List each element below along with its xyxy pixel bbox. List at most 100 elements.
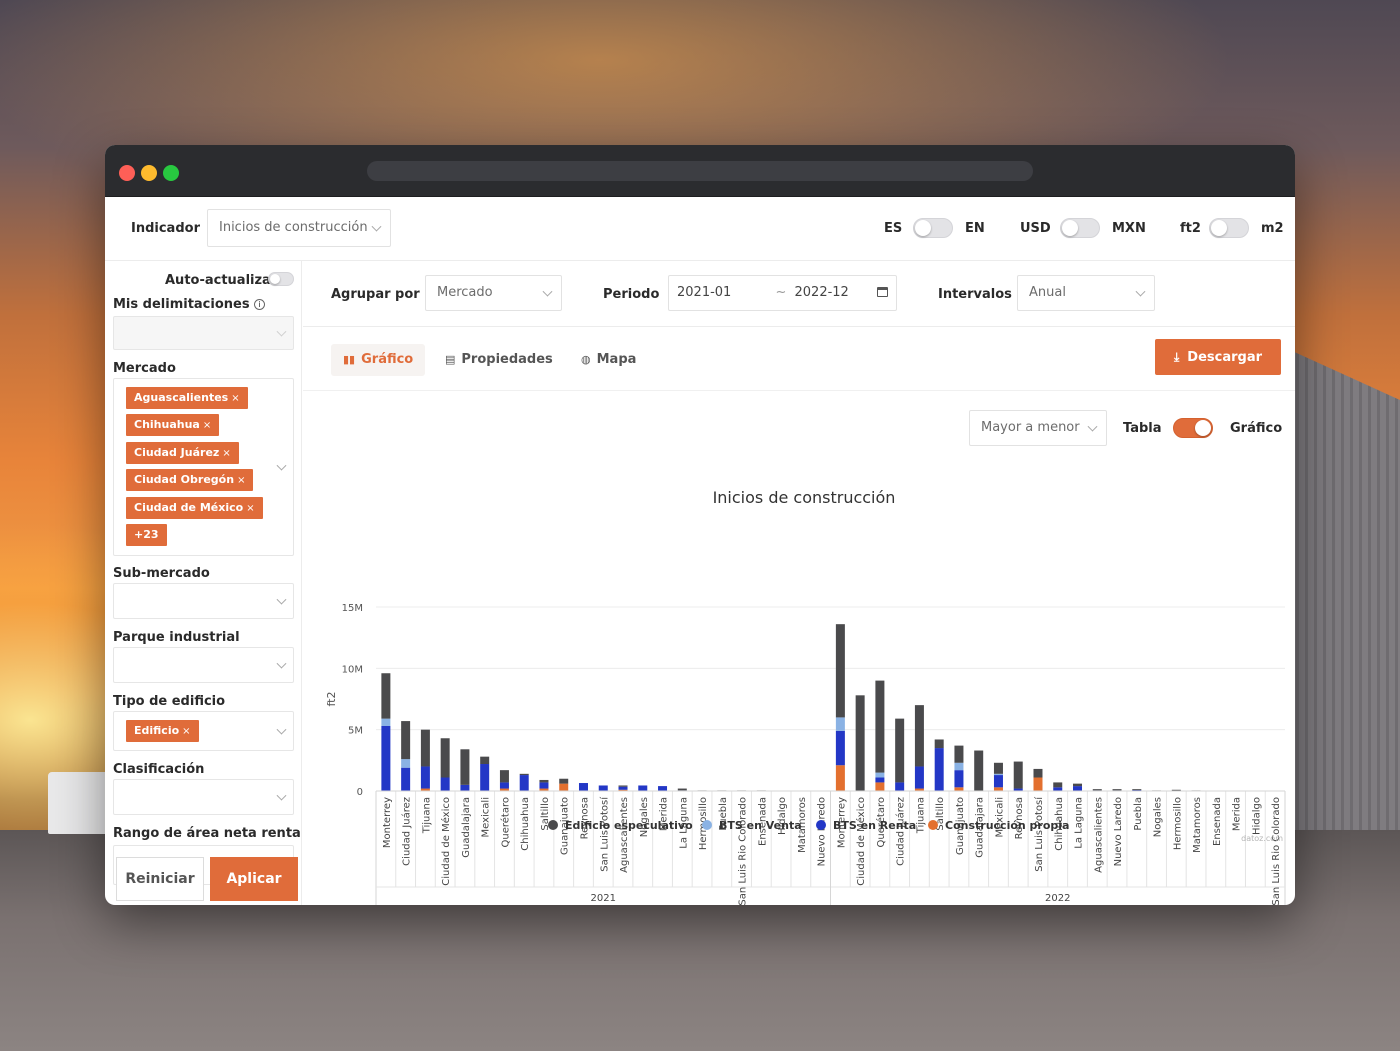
- period-end[interactable]: 2022-12: [795, 285, 849, 300]
- bar-chart-icon: ▮▮: [343, 353, 356, 366]
- remove-tag-icon[interactable]: ×: [203, 420, 211, 431]
- toggle-knob: [915, 220, 931, 236]
- remove-tag-icon[interactable]: ×: [182, 726, 190, 737]
- maximize-window-button[interactable]: [163, 165, 179, 181]
- x-tick-label: Ciudad de México: [440, 797, 452, 886]
- classification-label: Clasificación: [113, 762, 205, 777]
- industrial-park-select[interactable]: [113, 647, 294, 683]
- market-tag[interactable]: Aguascalientes ×: [126, 387, 248, 409]
- indicator-select[interactable]: Inicios de construcción: [207, 209, 391, 247]
- my-boundaries-select[interactable]: [113, 316, 294, 350]
- download-icon: ⤓: [1173, 350, 1180, 364]
- bar-segment: [1053, 787, 1063, 791]
- market-tag[interactable]: Ciudad Obregón ×: [126, 469, 254, 491]
- bar-segment: [835, 730, 845, 766]
- close-window-button[interactable]: [119, 165, 135, 181]
- info-icon: i: [254, 299, 266, 310]
- bar-segment: [677, 788, 687, 791]
- period-range-picker[interactable]: 2021-01 ~ 2022-12: [668, 275, 897, 311]
- watermark: datoz.com: [1241, 834, 1283, 843]
- market-more-tag[interactable]: +23: [126, 524, 167, 546]
- address-bar[interactable]: [367, 161, 1033, 181]
- x-tick-label: Chihuahua: [520, 797, 531, 851]
- currency-toggle[interactable]: [1060, 218, 1100, 238]
- classification-select[interactable]: [113, 779, 294, 815]
- unit-m2-label: m2: [1261, 221, 1284, 236]
- bar-segment: [381, 718, 391, 726]
- period-label: Periodo: [603, 287, 660, 302]
- bar-segment: [875, 782, 885, 791]
- bar-segment: [855, 695, 865, 791]
- intervals-select[interactable]: Anual: [1017, 275, 1155, 311]
- bar-segment: [875, 680, 885, 773]
- group-label: 2022: [1045, 893, 1070, 904]
- market-tag[interactable]: Chihuahua ×: [126, 414, 220, 436]
- market-multiselect[interactable]: Aguascalientes × Chihuahua × Ciudad Juárez…: [113, 378, 294, 556]
- remove-tag-icon[interactable]: ×: [237, 475, 245, 486]
- tab-chart[interactable]: ▮▮ Gráfico: [331, 344, 426, 376]
- background-building: [1290, 350, 1400, 830]
- market-tag-label: Ciudad Obregón: [134, 473, 235, 486]
- tab-properties-label: Propiedades: [461, 352, 553, 367]
- building-type-select[interactable]: Edificio ×: [113, 711, 294, 751]
- bar-segment: [1033, 768, 1043, 778]
- calendar-icon[interactable]: [877, 287, 888, 297]
- tab-properties[interactable]: ▤ Propiedades: [433, 344, 565, 376]
- building-type-label: Tipo de edificio: [113, 694, 226, 709]
- bar-segment: [559, 778, 569, 784]
- chevron-down-icon: [276, 658, 287, 669]
- period-start[interactable]: 2021-01: [677, 285, 731, 300]
- bar-segment: [1033, 777, 1043, 791]
- download-button[interactable]: ⤓ Descargar: [1155, 339, 1281, 375]
- remove-tag-icon[interactable]: ×: [231, 393, 239, 404]
- chevron-down-icon: [1135, 286, 1146, 297]
- x-tick-label: Aguascalientes: [619, 797, 630, 873]
- bar-segment: [993, 787, 1003, 791]
- bar-segment: [598, 785, 608, 791]
- x-tick-label: Aguascalientes: [1093, 797, 1104, 873]
- chevron-down-icon: [371, 221, 382, 232]
- legend-marker: [548, 820, 558, 830]
- reset-button[interactable]: Reiniciar: [116, 857, 204, 901]
- bar-segment: [480, 756, 490, 765]
- bar-segment: [835, 717, 845, 731]
- language-toggle[interactable]: [913, 218, 953, 238]
- legend-marker: [702, 820, 712, 830]
- remove-tag-icon[interactable]: ×: [246, 503, 254, 514]
- group-by-label: Agrupar por: [331, 287, 420, 302]
- legend-label: Construcción propia: [945, 819, 1069, 832]
- bar-segment: [993, 775, 1003, 788]
- x-tick-label: San Luis Potosí: [598, 796, 610, 872]
- building-type-tag[interactable]: Edificio ×: [126, 720, 199, 742]
- unit-toggle[interactable]: [1209, 218, 1249, 238]
- bar-segment: [934, 748, 944, 791]
- market-tag[interactable]: Ciudad Juárez ×: [126, 442, 239, 464]
- auto-update-toggle[interactable]: [268, 272, 294, 286]
- chevron-down-icon: [276, 460, 287, 471]
- toggle-knob: [1062, 220, 1078, 236]
- x-tick-label: Querétaro: [499, 797, 511, 847]
- bar-segment: [954, 787, 964, 791]
- market-tag[interactable]: Ciudad de México ×: [126, 497, 263, 519]
- bar-segment: [954, 762, 964, 771]
- tab-map[interactable]: ◍ Mapa: [569, 344, 648, 376]
- bar-segment: [578, 783, 588, 791]
- bar-segment: [1013, 761, 1023, 789]
- x-tick-label: San Luis Potosí: [1033, 796, 1045, 872]
- y-axis-label: ft2: [325, 692, 338, 707]
- x-tick-label: Merida: [1232, 797, 1243, 831]
- chevron-down-icon: [276, 594, 287, 605]
- bar-segment: [440, 738, 450, 778]
- group-by-select[interactable]: Mercado: [425, 275, 562, 311]
- apply-button[interactable]: Aplicar: [210, 857, 298, 901]
- submarket-select[interactable]: [113, 583, 294, 619]
- chart-title: Inicios de construcción: [713, 488, 896, 507]
- legend-label: BTS en Renta: [833, 819, 916, 832]
- chevron-down-icon: [276, 724, 287, 735]
- minimize-window-button[interactable]: [141, 165, 157, 181]
- chevron-down-icon: [276, 326, 287, 337]
- remove-tag-icon[interactable]: ×: [222, 448, 230, 459]
- bar-segment: [618, 785, 628, 787]
- bar-segment: [993, 773, 1003, 776]
- my-boundaries-text: Mis delimitaciones: [113, 297, 250, 312]
